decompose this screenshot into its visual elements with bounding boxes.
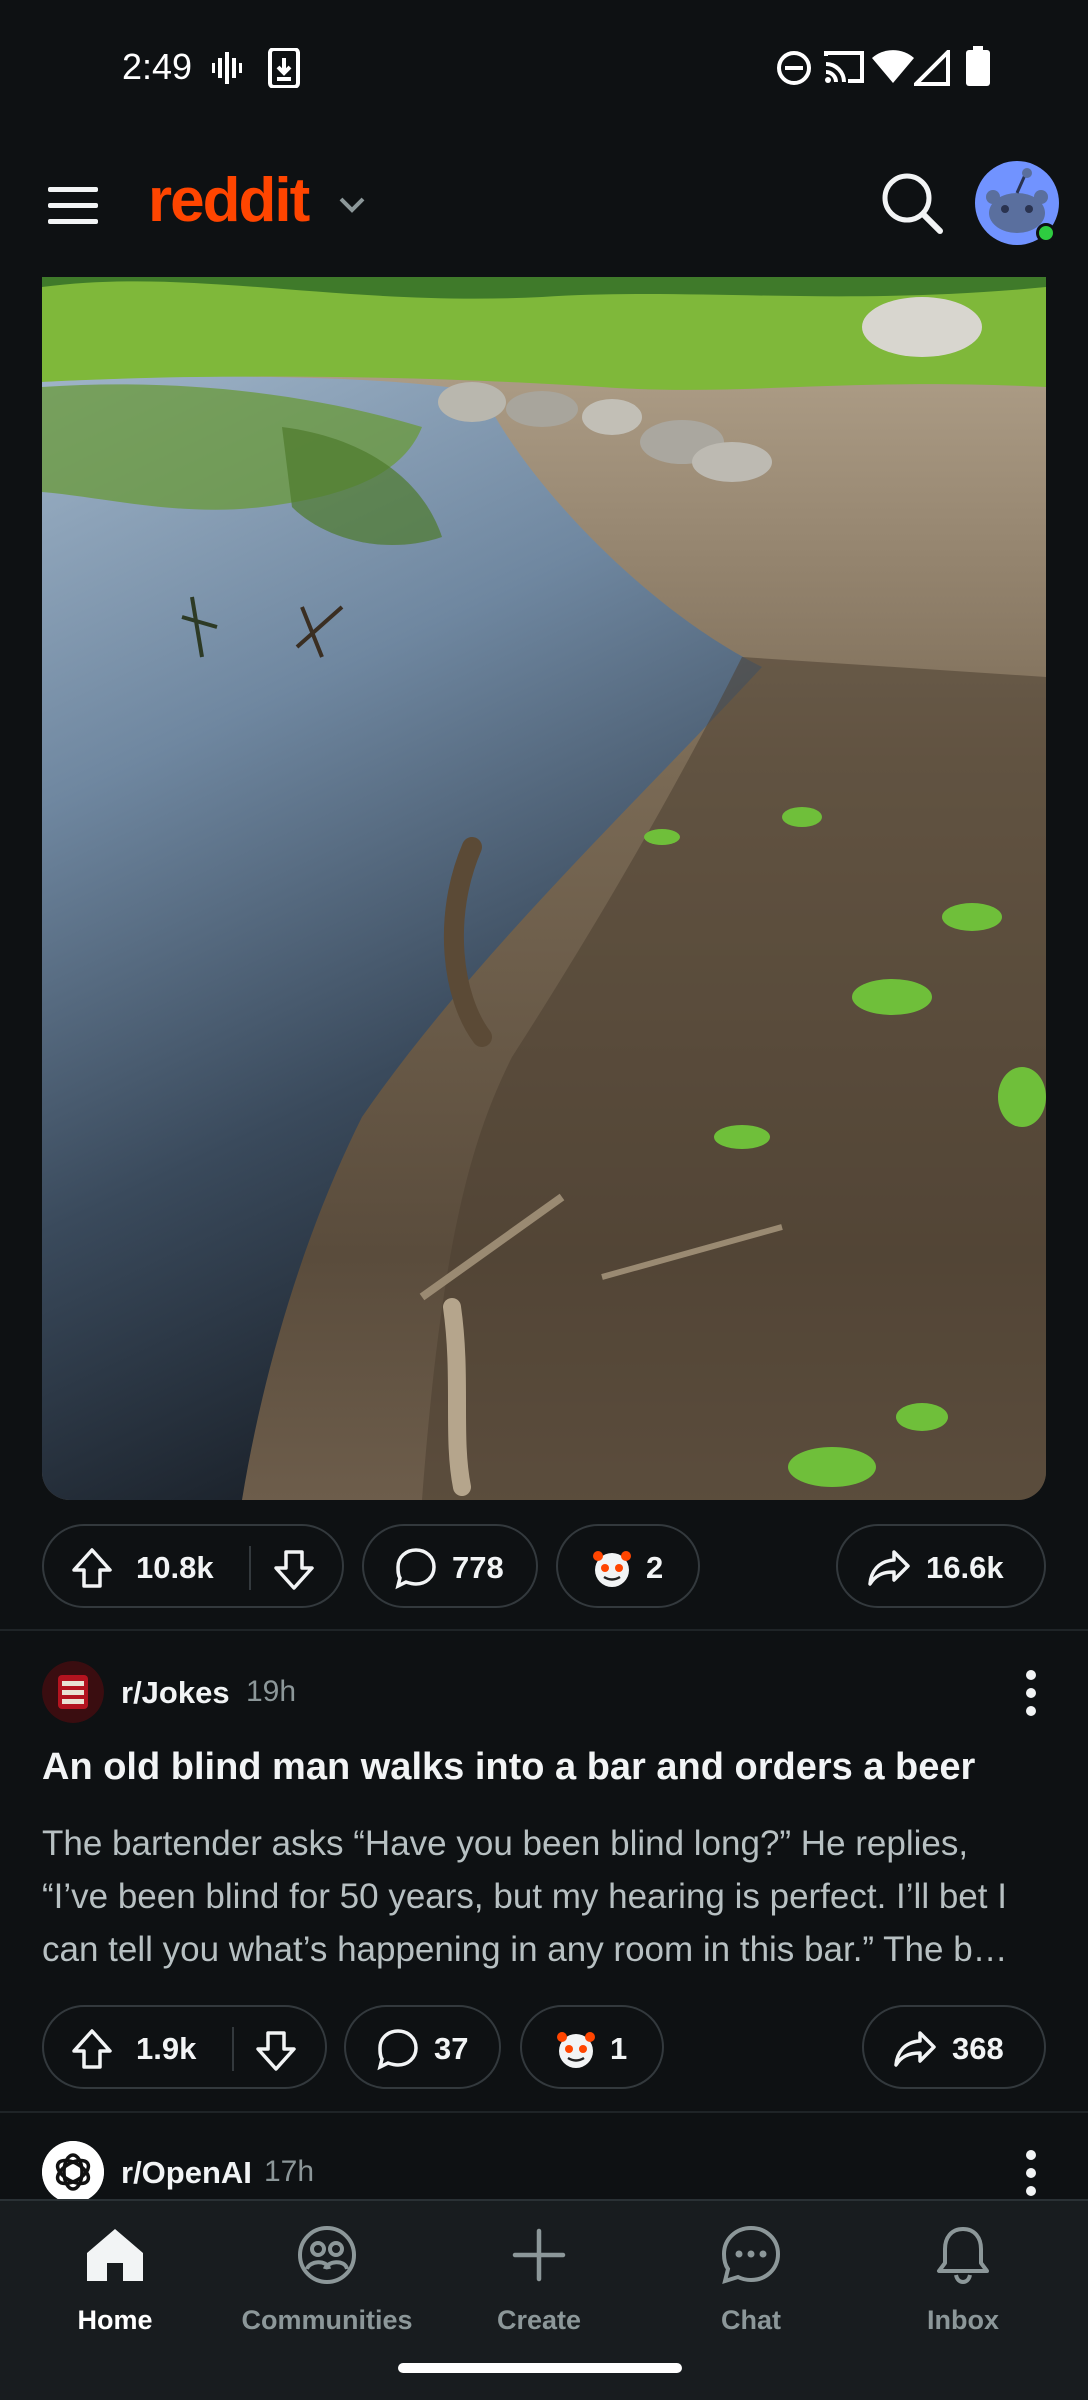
more-options-icon[interactable] [1016, 1661, 1046, 1725]
post-age: 19h [246, 1675, 297, 1708]
share-count: 16.6k [926, 1550, 1004, 1585]
subreddit-name[interactable]: r/Jokes [121, 1675, 230, 1711]
share-button[interactable]: 368 [862, 2005, 1046, 2089]
award-count: 2 [646, 1550, 664, 1585]
subreddit-name[interactable]: r/OpenAI [121, 2155, 252, 2191]
subreddit-avatar[interactable] [42, 2141, 104, 2199]
post-actions: 10.8k 778 2 16.6k [42, 1524, 1046, 1608]
feed[interactable]: 10.8k 778 2 16.6k r/Jokes 19h An old bli… [0, 277, 1088, 2199]
comment-icon [395, 1548, 436, 1590]
download-notification-icon [268, 48, 300, 88]
share-icon [868, 1550, 910, 1586]
home-icon [87, 2229, 143, 2281]
nav-label: Communities [241, 2305, 413, 2335]
post-actions: 1.9k 37 1 368 [42, 2005, 1046, 2089]
nav-label: Inbox [927, 2305, 999, 2335]
wifi-icon [872, 50, 914, 83]
menu-icon[interactable] [48, 185, 98, 225]
reddit-logo[interactable]: reddit [148, 165, 310, 236]
gesture-bar[interactable] [398, 2363, 682, 2373]
vibrate-icon [212, 52, 242, 84]
vote-divider [249, 1546, 251, 1590]
do-not-disturb-icon [777, 51, 811, 85]
pond-shoreline-photo [42, 277, 1046, 1500]
nav-label: Chat [721, 2305, 781, 2335]
downvote-icon[interactable] [254, 2029, 298, 2073]
vote-divider [232, 2027, 234, 2071]
plus-icon [512, 2228, 566, 2282]
nav-home[interactable]: Home [15, 2201, 215, 2351]
online-status-dot [1036, 223, 1056, 243]
battery-icon [966, 46, 990, 86]
nav-communities[interactable]: Communities [227, 2201, 427, 2351]
comment-count: 778 [452, 1550, 504, 1585]
comment-icon [377, 2029, 418, 2071]
nav-create[interactable]: Create [439, 2201, 639, 2351]
app-header: reddit [0, 135, 1088, 277]
award-count: 1 [610, 2031, 628, 2066]
nav-label: Home [77, 2305, 153, 2335]
post-image[interactable] [42, 277, 1046, 1500]
cast-icon [824, 51, 864, 83]
comments-button[interactable]: 778 [362, 1524, 538, 1608]
chevron-down-icon[interactable] [338, 195, 366, 215]
post-separator [0, 2111, 1088, 2113]
downvote-icon[interactable] [272, 1548, 316, 1592]
share-button[interactable]: 16.6k [836, 1524, 1046, 1608]
communities-icon [298, 2226, 356, 2284]
bell-icon [937, 2227, 989, 2285]
nav-inbox[interactable]: Inbox [863, 2201, 1063, 2351]
share-icon [894, 2031, 936, 2067]
award-icon [593, 1551, 631, 1587]
status-time: 2:49 [122, 46, 193, 87]
post-card[interactable]: r/Jokes 19h An old blind man walks into … [0, 1631, 1088, 2199]
post-meta: r/Jokes 19h [42, 1661, 1046, 1725]
post-age: 17h [264, 2155, 315, 2188]
vote-pill: 1.9k [42, 2005, 327, 2089]
more-options-icon[interactable] [1016, 2141, 1046, 2199]
upvote-icon[interactable] [70, 2027, 114, 2071]
award-button[interactable]: 1 [520, 2005, 664, 2089]
post-body[interactable]: The bartender asks “Have you been blind … [42, 1817, 1042, 1976]
comments-button[interactable]: 37 [344, 2005, 501, 2089]
post-title[interactable]: An old blind man walks into a bar and or… [42, 1743, 1046, 1791]
share-count: 368 [952, 2031, 1004, 2066]
post-meta: r/OpenAI 17h [42, 2141, 1046, 2199]
chat-icon [721, 2225, 781, 2284]
status-bar: 2:49 [0, 0, 1088, 135]
subreddit-avatar[interactable] [42, 1661, 104, 1723]
nav-chat[interactable]: Chat [651, 2201, 851, 2351]
openai-logo-icon [42, 2141, 104, 2199]
upvote-icon[interactable] [70, 1546, 114, 1590]
cell-signal-icon [914, 50, 950, 86]
upvote-count: 10.8k [136, 1550, 214, 1585]
comment-count: 37 [434, 2031, 469, 2066]
upvote-count: 1.9k [136, 2031, 197, 2066]
award-icon [557, 2032, 595, 2068]
search-icon[interactable] [880, 171, 944, 235]
vote-pill: 10.8k [42, 1524, 344, 1608]
nav-label: Create [496, 2305, 582, 2335]
jokes-subreddit-icon [42, 1661, 104, 1723]
award-button[interactable]: 2 [556, 1524, 700, 1608]
